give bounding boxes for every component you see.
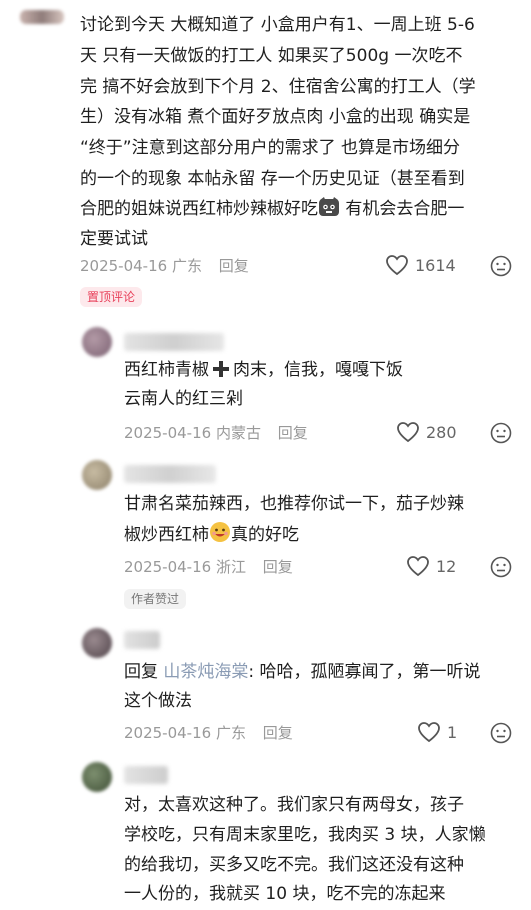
comment-location: 广东 <box>215 724 246 742</box>
comment-meta: 2025-04-16 浙江 回复 <box>124 556 293 577</box>
comment-text-segment: 肉末，信我，嘎嘎下饭 <box>233 360 403 380</box>
like-button[interactable]: 12 <box>406 555 456 577</box>
cat-emoji-icon <box>318 197 340 226</box>
heart-icon <box>386 255 408 276</box>
comment-meta: 2025-04-16 广东 回复 <box>124 722 293 743</box>
avatar[interactable] <box>20 10 64 24</box>
comment-date: 2025-04-16 <box>124 724 212 742</box>
comment-text-segment: 合肥的姐妹说西红柿炒辣椒好吃 <box>80 199 318 219</box>
comment-text-line: 完 搞不好会放到下个月 2、住宿舍公寓的打工人（学 <box>80 77 476 97</box>
comment-text-segment: 西红柿青椒 <box>124 360 209 380</box>
comment-text-line: 对，太喜欢这种了。我们家只有两母女，孩子 <box>124 795 464 815</box>
comment-text-segment: 有机会去合肥一 <box>340 199 465 219</box>
blurred-username[interactable] <box>124 766 168 784</box>
comment-meta: 2025-04-16 广东 回复 <box>80 255 249 276</box>
comment-text-line: 天 只有一天做饭的打工人 如果买了500g 一次吃不 <box>80 46 463 66</box>
comment-text-line-with-emoji: 椒炒西红柿 真的好吃 <box>124 521 299 552</box>
comment-text-line: 这个做法 <box>124 691 192 711</box>
like-count: 12 <box>436 556 457 576</box>
avatar[interactable] <box>82 762 112 792</box>
comment-text-line-with-emoji: 西红柿青椒 肉末，信我，嘎嘎下饭 <box>124 357 403 387</box>
comment-text-line-with-mention: 回复 山茶炖海棠: 哈哈，孤陋寡闻了，第一听说 <box>124 659 481 686</box>
like-button[interactable]: 1 <box>417 721 457 743</box>
reply-button[interactable]: 回复 <box>219 257 249 275</box>
reply-prefix: 回复 <box>124 662 158 682</box>
comment-text-line: “终于”注意到这部分用户的需求了 也算是市场细分 <box>80 138 461 158</box>
reply-button[interactable]: 回复 <box>263 558 293 576</box>
comment-text-line: 学校吃，只有周末家里吃，我肉买 3 块，人家懒 <box>124 825 486 845</box>
avatar[interactable] <box>82 628 112 658</box>
dislike-face-icon[interactable] <box>490 556 512 578</box>
dislike-face-icon[interactable] <box>490 255 512 277</box>
comment-meta: 2025-04-16 内蒙古 回复 <box>124 422 308 443</box>
comment-location: 广东 <box>171 257 202 275</box>
comment-location: 内蒙古 <box>215 424 261 442</box>
blurred-username[interactable] <box>124 465 216 483</box>
comment-text-line: 讨论到今天 大概知道了 小盒用户有1、一周上班 5-6 <box>80 15 475 35</box>
like-count: 1614 <box>415 255 456 275</box>
mentioned-username[interactable]: 山茶炖海棠 <box>163 662 248 682</box>
comment-date: 2025-04-16 <box>124 424 212 442</box>
comment-location: 浙江 <box>215 558 246 576</box>
comment-text-line-with-emoji: 合肥的姐妹说西红柿炒辣椒好吃 有机会去合肥一 <box>80 196 464 226</box>
comment-text-line: 生）没有冰箱 煮个面好歹放点肉 小盒的出现 确实是 <box>80 107 471 127</box>
reply-button[interactable]: 回复 <box>278 424 308 442</box>
smiling-face-emoji-icon <box>209 521 231 552</box>
comment-text-line: 的给我切，买多又吃不完。我们这还没有这种 <box>124 855 464 875</box>
like-count: 1 <box>447 722 458 742</box>
dislike-face-icon[interactable] <box>490 722 512 744</box>
comment-date: 2025-04-16 <box>124 558 212 576</box>
comment-text-line: 一人份的，我就买 10 块，吃不完的冻起来 <box>124 884 446 904</box>
like-button[interactable]: 1614 <box>385 254 456 276</box>
blurred-username[interactable] <box>124 631 160 649</box>
dislike-face-icon[interactable] <box>490 422 512 444</box>
comment-text-line: 云南人的红三剁 <box>124 389 243 409</box>
avatar[interactable] <box>82 327 112 357</box>
author-liked-badge: 作者赞过 <box>124 589 187 609</box>
comment-date: 2025-04-16 <box>80 257 168 275</box>
heart-icon <box>397 422 419 443</box>
comment-text-line: 甘肃名菜茄辣西，也推荐你试一下，茄子炒辣 <box>124 494 464 514</box>
plus-emoji-icon <box>212 360 230 387</box>
comment-text-segment: : 哈哈，孤陋寡闻了，第一听说 <box>248 662 481 682</box>
blurred-username[interactable] <box>124 333 224 351</box>
pinned-comment-badge: 置顶评论 <box>80 287 143 307</box>
like-button[interactable]: 280 <box>396 421 457 443</box>
reply-button[interactable]: 回复 <box>263 724 293 742</box>
like-count: 280 <box>426 422 457 442</box>
heart-icon <box>407 556 429 577</box>
comment-text-segment: 真的好吃 <box>231 525 299 545</box>
comment-text-line: 的一个的现象 本帖永留 存一个历史见证（甚至看到 <box>80 169 465 189</box>
comment-text-segment: 椒炒西红柿 <box>124 525 209 545</box>
comment-text-line: 定要试试 <box>80 229 148 249</box>
avatar[interactable] <box>82 460 112 490</box>
heart-icon <box>418 722 440 743</box>
